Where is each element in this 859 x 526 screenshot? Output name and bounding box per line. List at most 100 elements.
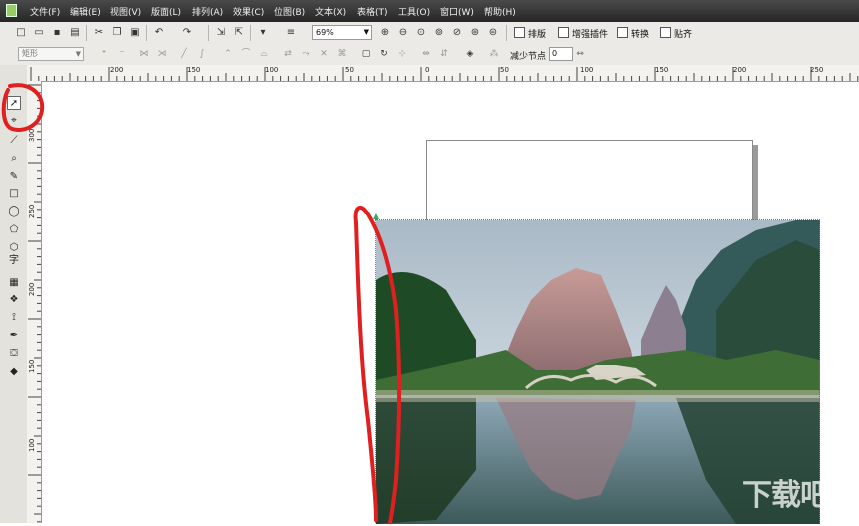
align-nodes-icon[interactable]: ⊹	[396, 48, 408, 60]
menu-window[interactable]: 窗口(W)	[440, 5, 474, 18]
standard-toolbar: □ ▭ ▪ ▤ ✂ ❐ ▣ ↶ ↷ ⇲ ⇱ ▾ ≡ 69% ▼ ⊕ ⊖ ⊙ ⊚ …	[0, 22, 859, 45]
join-nodes-icon[interactable]: ⋈	[138, 48, 150, 60]
copy-icon[interactable]: ❐	[110, 26, 124, 40]
menu-bar: 文件(F) 编辑(E) 视图(V) 版面(L) 排列(A) 效果(C) 位图(B…	[0, 0, 859, 22]
ruler-label: 100	[580, 66, 594, 74]
interactive-fill-tool-icon[interactable]: ◆	[7, 365, 21, 379]
curve-smoothness-icon[interactable]: ⇿	[574, 48, 586, 60]
zoom-select[interactable]: 69% ▼	[312, 25, 372, 40]
freehand-tool-icon[interactable]: ✎	[7, 170, 21, 184]
zoom-tool-icon[interactable]: ⌕	[7, 152, 21, 166]
add-node-icon[interactable]: ⁺	[98, 48, 110, 60]
application-launcher-icon[interactable]: ▾	[256, 26, 270, 40]
basic-shapes-tool-icon[interactable]: ⬡	[7, 241, 21, 255]
ellipse-tool-icon[interactable]: ◯	[7, 205, 21, 219]
polygon-tool-icon[interactable]: ⬠	[7, 223, 21, 237]
menu-text[interactable]: 文本(X)	[315, 5, 346, 18]
plugin-icon	[558, 27, 569, 38]
elastic-mode-icon[interactable]: ◈	[464, 48, 476, 60]
shape-type-select[interactable]: 矩形 ▼	[18, 47, 84, 61]
break-curve-icon[interactable]: ⋊	[156, 48, 168, 60]
crop-tool-icon[interactable]: ⟋	[7, 134, 21, 148]
to-curve-icon[interactable]: ∫	[196, 48, 208, 60]
ruler-label: 300	[28, 128, 36, 142]
toolbar-divider	[146, 25, 147, 41]
app-icon	[6, 4, 17, 17]
shape-tool-icon[interactable]: ⌖	[7, 114, 21, 128]
toolbox: ➚ ⌖ ⟋ ⌕ ✎ □ ◯ ⬠ ⬡ 字 ▦ ❖ ⟟ ✒ ⛋ ◆	[0, 65, 28, 523]
ruler-label: 0	[425, 66, 430, 74]
zoom-height-icon[interactable]: ⊜	[486, 26, 500, 40]
cusp-node-icon[interactable]: ⌃	[222, 48, 234, 60]
menu-table[interactable]: 表格(T)	[357, 5, 388, 18]
selection-bounding-left	[375, 219, 377, 523]
interactive-blend-tool-icon[interactable]: ❖	[7, 293, 21, 307]
zoom-out-icon[interactable]: ⊖	[396, 26, 410, 40]
menu-layout[interactable]: 版面(L)	[151, 5, 181, 18]
auto-close-icon[interactable]: ⌘	[336, 48, 348, 60]
options-icon[interactable]: ≡	[284, 26, 298, 40]
ruler-label: 150	[28, 359, 36, 373]
select-all-nodes-icon[interactable]: ⁂	[488, 48, 500, 60]
smooth-node-icon[interactable]: ⌒	[240, 48, 252, 60]
menu-bitmap[interactable]: 位图(B)	[274, 5, 305, 18]
fill-tool-icon[interactable]: ⛋	[7, 347, 21, 361]
zoom-selected-icon[interactable]: ⊙	[414, 26, 428, 40]
document-page[interactable]	[426, 140, 753, 220]
plugin-snap-button[interactable]: 贴齐	[660, 27, 692, 40]
vertical-ruler-ticks	[28, 84, 41, 523]
reduce-nodes-label: 减少节点	[510, 52, 547, 62]
vertical-ruler[interactable]	[27, 81, 42, 523]
ruler-label: 150	[187, 66, 201, 74]
reflect-horizontal-icon[interactable]: ⇹	[420, 48, 432, 60]
extract-subpath-icon[interactable]: ✕	[318, 48, 330, 60]
zoom-in-icon[interactable]: ⊕	[378, 26, 392, 40]
to-line-icon[interactable]: ╱	[178, 48, 190, 60]
print-icon[interactable]: ▤	[68, 26, 82, 40]
outline-pen-tool-icon[interactable]: ✒	[7, 329, 21, 343]
pick-tool-icon[interactable]: ➚	[7, 96, 21, 110]
ruler-label: 200	[733, 66, 747, 74]
menu-edit[interactable]: 编辑(E)	[70, 5, 101, 18]
toolbar-divider	[250, 25, 251, 41]
ruler-label: 50	[345, 66, 354, 74]
menu-view[interactable]: 视图(V)	[110, 5, 141, 18]
menu-arrange[interactable]: 排列(A)	[192, 5, 223, 18]
reverse-direction-icon[interactable]: ⇄	[282, 48, 294, 60]
zoom-width-icon[interactable]: ⊛	[468, 26, 482, 40]
menu-tools[interactable]: 工具(O)	[398, 5, 430, 18]
zoom-page-icon[interactable]: ⊘	[450, 26, 464, 40]
import-icon[interactable]: ⇲	[214, 26, 228, 40]
paste-icon[interactable]: ▣	[128, 26, 142, 40]
save-icon[interactable]: ▪	[50, 26, 64, 40]
text-tool-icon[interactable]: 字	[7, 254, 21, 268]
open-folder-icon[interactable]: ▭	[32, 26, 46, 40]
selection-anchor-handle[interactable]	[373, 213, 379, 219]
menu-effects[interactable]: 效果(C)	[233, 5, 264, 18]
plugin-layout-button[interactable]: 排版	[514, 27, 546, 40]
delete-node-icon[interactable]: ⁻	[116, 48, 128, 60]
reduce-nodes-input[interactable]: 0	[549, 47, 573, 61]
chevron-down-icon: ▼	[75, 50, 81, 58]
rectangle-tool-icon[interactable]: □	[7, 187, 21, 201]
undo-icon[interactable]: ↶	[152, 26, 166, 40]
plugin-convert-button[interactable]: 转换	[617, 27, 649, 40]
cut-icon[interactable]: ✂	[92, 26, 106, 40]
layout-icon	[514, 27, 525, 38]
rotate-nodes-icon[interactable]: ↻	[378, 48, 390, 60]
eyedropper-tool-icon[interactable]: ⟟	[7, 311, 21, 325]
new-document-icon[interactable]: □	[14, 26, 28, 40]
ruler-label: 100	[265, 66, 279, 74]
extend-curve-icon[interactable]: ⤳	[300, 48, 312, 60]
menu-file[interactable]: 文件(F)	[30, 5, 60, 18]
reflect-vertical-icon[interactable]: ⇵	[438, 48, 450, 60]
plugin-enhance-button[interactable]: 增强插件	[558, 27, 608, 40]
menu-help[interactable]: 帮助(H)	[484, 5, 516, 18]
stretch-nodes-icon[interactable]: ▢	[360, 48, 372, 60]
export-icon[interactable]: ⇱	[232, 26, 246, 40]
symmetric-node-icon[interactable]: ⌓	[258, 48, 270, 60]
table-tool-icon[interactable]: ▦	[7, 276, 21, 290]
redo-icon[interactable]: ↷	[180, 26, 194, 40]
convert-icon	[617, 27, 628, 38]
zoom-all-icon[interactable]: ⊚	[432, 26, 446, 40]
